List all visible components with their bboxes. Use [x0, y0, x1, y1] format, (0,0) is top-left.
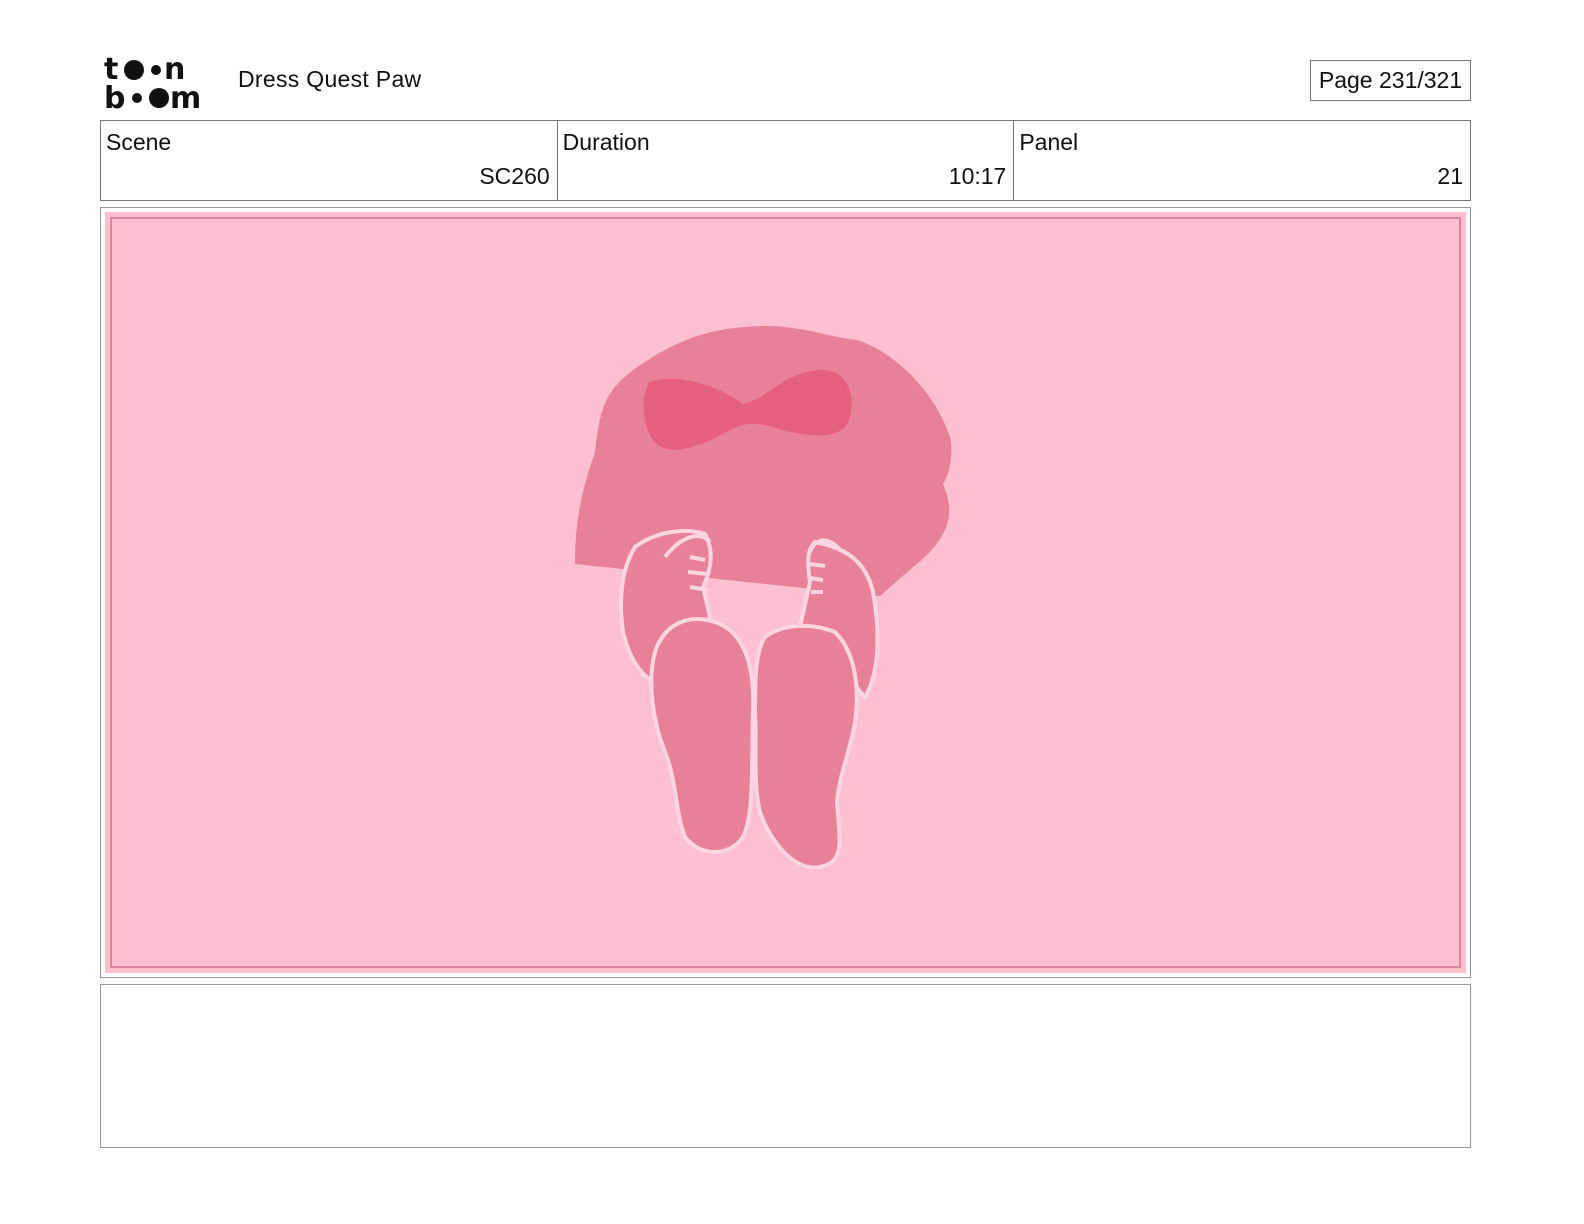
scene-info-table: Scene SC260 Duration 10:17 Panel 21 [100, 120, 1471, 201]
scene-label: Scene [106, 129, 172, 155]
scene-cell: Scene SC260 [101, 121, 558, 200]
scene-value: SC260 [479, 163, 550, 189]
panel-notes[interactable] [100, 984, 1471, 1148]
storyboard-panel [100, 207, 1471, 978]
panel-label: Panel [1019, 129, 1079, 155]
toonboom-logo: t n b m [104, 52, 214, 116]
panel-image [105, 212, 1466, 973]
svg-text:m: m [170, 81, 201, 110]
panel-background [105, 212, 1466, 973]
panel-cell: Panel 21 [1014, 121, 1470, 200]
page-indicator: Page 231/321 [1310, 60, 1471, 101]
duration-label: Duration [562, 129, 650, 155]
page-label: Page 231/321 [1318, 67, 1463, 93]
panel-value: 21 [1437, 163, 1464, 189]
svg-text:b: b [104, 81, 125, 110]
duration-cell: Duration 10:17 [558, 121, 1015, 200]
duration-value: 10:17 [948, 163, 1007, 189]
project-title: Dress Quest Paw [238, 66, 422, 92]
